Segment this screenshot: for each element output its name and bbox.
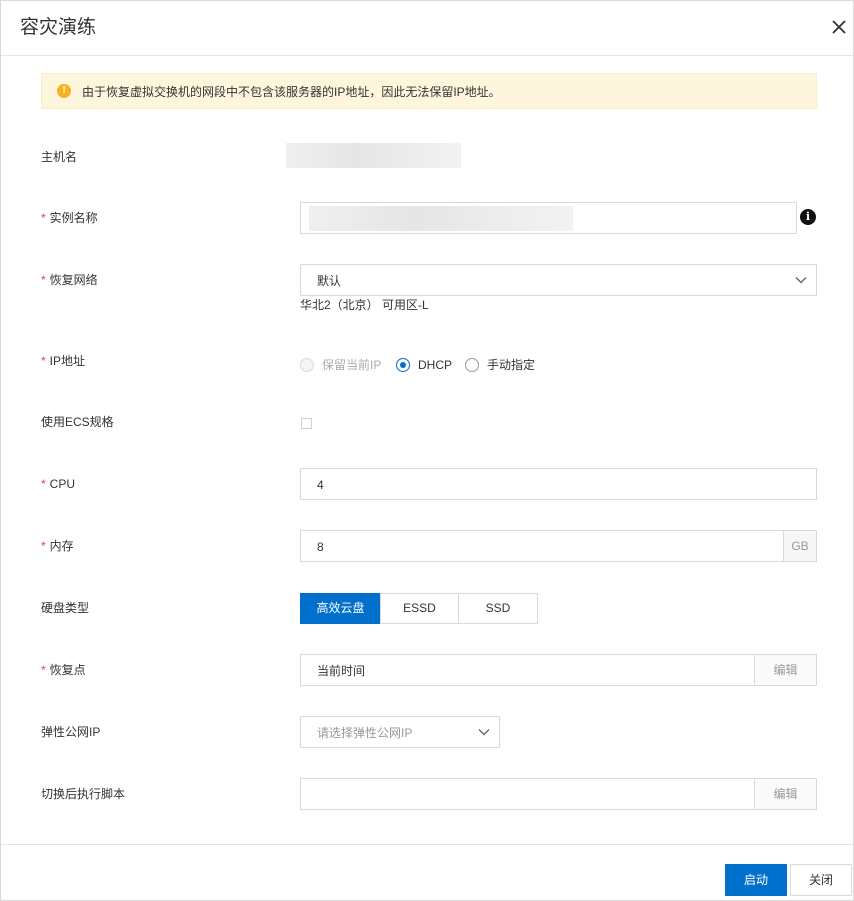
memory-unit: GB xyxy=(783,531,816,561)
radio-keep-current-ip[interactable]: 保留当前IP xyxy=(300,357,390,373)
disk-type-option-essd[interactable]: ESSD xyxy=(380,593,459,624)
close-icon[interactable] xyxy=(829,17,849,37)
elastic-ip-select[interactable]: 请选择弹性公网IP xyxy=(300,716,500,748)
memory-label: * 内存 xyxy=(41,539,74,553)
post-script-label: 切换后执行脚本 xyxy=(41,787,126,801)
chevron-down-icon xyxy=(478,729,490,736)
cpu-input[interactable]: 4 xyxy=(300,468,817,500)
alert-message: 由于恢复虚拟交换机的网段中不包含该服务器的IP地址，因此无法保留IP地址。 xyxy=(82,85,501,99)
recovery-point-input: 当前时间 编辑 xyxy=(300,654,817,686)
recovery-network-select[interactable]: 默认 xyxy=(300,264,817,296)
instance-name-input[interactable] xyxy=(300,202,797,234)
recovery-network-label: * 恢复网络 xyxy=(41,273,98,287)
hostname-label: 主机名 xyxy=(41,150,78,164)
dialog-footer: 启动 关闭 xyxy=(1,844,853,900)
info-icon[interactable]: i xyxy=(800,209,816,225)
radio-manual[interactable]: 手动指定 xyxy=(465,357,545,373)
use-ecs-spec-checkbox[interactable] xyxy=(301,418,312,429)
memory-value: 8 xyxy=(317,540,324,554)
cpu-value: 4 xyxy=(317,478,324,492)
disk-type-option-ssd[interactable]: SSD xyxy=(458,593,538,624)
recovery-network-selected: 默认 xyxy=(317,274,342,288)
warning-alert: ! 由于恢复虚拟交换机的网段中不包含该服务器的IP地址，因此无法保留IP地址。 xyxy=(41,73,817,109)
dialog-title: 容灾演练 xyxy=(20,17,97,38)
instance-name-value-redacted xyxy=(309,206,573,231)
disk-type-label: 硬盘类型 xyxy=(41,601,90,615)
radio-dhcp[interactable]: DHCP xyxy=(396,357,456,373)
recovery-point-value: 当前时间 xyxy=(317,664,366,678)
disk-type-option-efficient[interactable]: 高效云盘 xyxy=(300,593,381,624)
dialog-header: 容灾演练 xyxy=(1,1,853,56)
post-script-edit-button[interactable]: 编辑 xyxy=(754,779,816,809)
disaster-recovery-dialog: 容灾演练 ! 由于恢复虚拟交换机的网段中不包含该服务器的IP地址，因此无法保留I… xyxy=(0,0,854,901)
cpu-label: * CPU xyxy=(41,477,76,491)
recovery-point-label: * 恢复点 xyxy=(41,663,86,677)
memory-input[interactable]: 8 GB xyxy=(300,530,817,562)
warning-icon: ! xyxy=(57,84,71,98)
hostname-value-redacted xyxy=(286,143,461,168)
ip-address-label: * IP地址 xyxy=(41,354,86,368)
chevron-down-icon xyxy=(795,277,807,284)
zone-hint: 华北2（北京） 可用区-L xyxy=(300,298,429,312)
elastic-ip-label: 弹性公网IP xyxy=(41,725,101,739)
recovery-point-edit-button[interactable]: 编辑 xyxy=(754,655,816,685)
elastic-ip-placeholder: 请选择弹性公网IP xyxy=(317,726,413,740)
instance-name-label: * 实例名称 xyxy=(41,211,98,225)
close-button[interactable]: 关闭 xyxy=(790,864,852,896)
post-script-input: 编辑 xyxy=(300,778,817,810)
start-button[interactable]: 启动 xyxy=(725,864,787,896)
use-ecs-spec-label: 使用ECS规格 xyxy=(41,415,114,429)
